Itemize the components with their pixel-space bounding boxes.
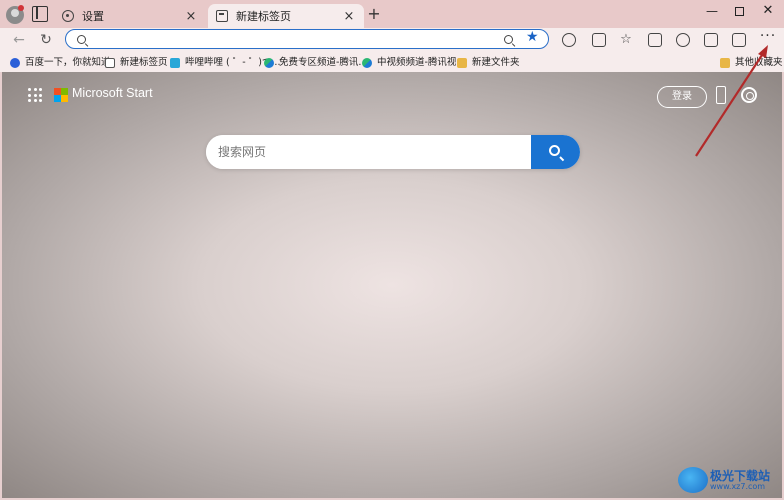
close-icon[interactable]: × xyxy=(342,9,356,24)
back-button[interactable]: ← xyxy=(9,30,29,50)
folder-icon xyxy=(457,57,467,68)
bilibili-tv-icon xyxy=(170,57,180,68)
tab-actions-icon[interactable] xyxy=(32,6,48,22)
bookmark-tencent-free[interactable]: 免费专区频道-腾讯... xyxy=(264,55,368,70)
bookmark-label: 新建文件夹 xyxy=(472,57,520,68)
phone-icon[interactable] xyxy=(716,86,726,104)
gear-icon[interactable] xyxy=(741,87,757,103)
search-button[interactable] xyxy=(531,135,580,169)
tencent-video-icon xyxy=(362,57,372,68)
extensions-icon[interactable] xyxy=(562,33,576,47)
watermark-subtitle: www.xz7.com xyxy=(710,482,766,491)
bookmark-new-folder[interactable]: 新建文件夹 xyxy=(457,55,520,70)
bookmark-new-tab[interactable]: 新建标签页 xyxy=(105,55,168,70)
new-tab-page: Microsoft Start 登录 xyxy=(2,72,782,498)
page-icon xyxy=(105,57,115,68)
search-icon xyxy=(549,145,560,156)
collections-icon[interactable] xyxy=(648,33,662,47)
signin-button[interactable]: 登录 xyxy=(657,86,707,108)
address-bar[interactable]: ★ xyxy=(65,29,549,49)
bookmark-label: 中视频频道-腾讯视... xyxy=(377,57,466,68)
tab-label: 设置 xyxy=(82,10,104,23)
app-launcher-icon[interactable] xyxy=(28,88,42,102)
refresh-button[interactable]: ↻ xyxy=(36,30,56,50)
gear-icon xyxy=(62,10,74,22)
search-input[interactable] xyxy=(206,135,530,169)
screenshot-icon[interactable] xyxy=(704,33,718,47)
title-bar: 设置 × 新建标签页 × + — ✕ xyxy=(0,0,784,28)
favorites-icon[interactable]: ☆ xyxy=(619,33,633,47)
browser-essentials-icon[interactable] xyxy=(676,33,690,47)
tab-new-tab[interactable]: 新建标签页 × xyxy=(208,4,364,28)
brand-title: Microsoft Start xyxy=(72,86,153,100)
minimize-button[interactable]: — xyxy=(700,2,724,20)
baidu-paw-icon xyxy=(10,57,20,68)
tab-settings[interactable]: 设置 × xyxy=(54,4,206,28)
favorite-star-icon[interactable]: ★ xyxy=(526,29,539,45)
bookmark-label: 免费专区频道-腾讯... xyxy=(279,57,368,68)
watermark-logo-icon xyxy=(678,467,708,493)
maximize-button[interactable] xyxy=(727,2,751,20)
page-icon xyxy=(216,10,228,22)
notification-dot xyxy=(18,5,24,11)
watermark-logo: 极光下载站 www.xz7.com xyxy=(678,465,782,497)
zoom-icon[interactable] xyxy=(504,35,513,44)
new-tab-button[interactable]: + xyxy=(366,5,382,23)
folder-icon xyxy=(720,57,730,68)
split-screen-icon[interactable] xyxy=(592,33,606,47)
bookmark-label: 其他收藏夹 xyxy=(735,57,783,68)
web-search-box xyxy=(206,135,580,169)
more-menu-button[interactable]: ··· xyxy=(758,28,778,50)
tab-label: 新建标签页 xyxy=(236,10,291,23)
bookmark-baidu[interactable]: 百度一下，你就知道 xyxy=(10,55,111,70)
bookmark-label: 百度一下，你就知道 xyxy=(25,57,111,68)
bookmark-tencent-mid[interactable]: 中视频频道-腾讯视... xyxy=(362,55,466,70)
bookmarks-bar: 百度一下，你就知道 新建标签页 哔哩哔哩 ( ゜- ゜)つ... 免费专区频道-… xyxy=(0,52,784,72)
microsoft-logo-icon xyxy=(54,88,68,102)
browser-toolbar: ← ↻ ★ ☆ ··· xyxy=(0,28,784,52)
close-window-button[interactable]: ✕ xyxy=(756,2,780,20)
bookmark-label: 新建标签页 xyxy=(120,57,168,68)
search-icon xyxy=(77,35,86,44)
close-icon[interactable]: × xyxy=(184,9,198,24)
sidebar-icon[interactable] xyxy=(732,33,746,47)
tencent-video-icon xyxy=(264,57,274,68)
bookmark-other-favorites[interactable]: 其他收藏夹 xyxy=(720,55,783,70)
